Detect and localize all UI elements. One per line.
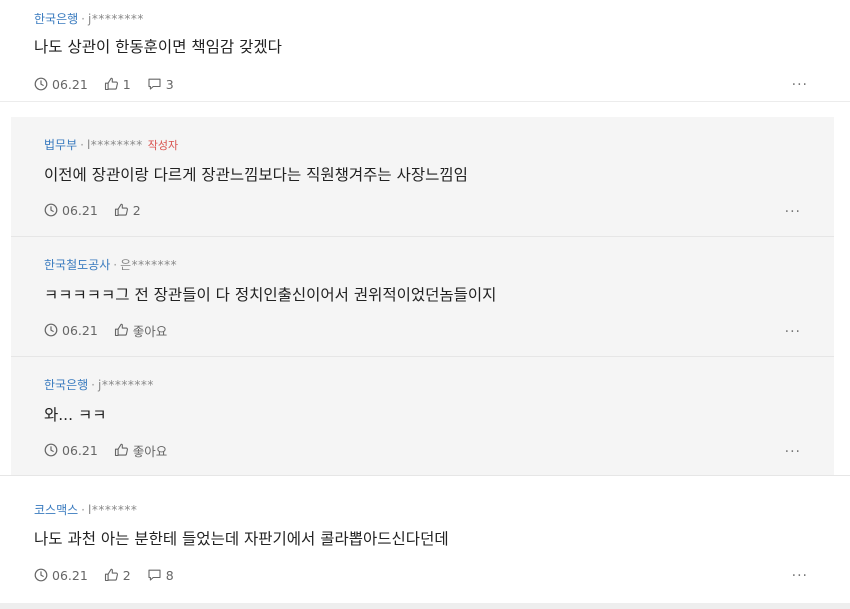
like-button[interactable]: 2	[104, 568, 131, 583]
comment-author-line: 한국은행 · j********	[34, 10, 144, 27]
comment-date: 06.21	[34, 568, 88, 583]
like-button[interactable]: 1	[104, 77, 131, 92]
comment-meta: 06.21 1 3	[34, 75, 190, 93]
like-button[interactable]: 좋아요	[114, 441, 168, 460]
comment-item: 코스맥스 · l******* 나도 과천 아는 분한테 들었는데 자판기에서 …	[0, 475, 850, 609]
author-id: j********	[88, 11, 144, 26]
reply-item: 한국은행 · j******** 와... ㅋㅋ 06.21 좋아요 ···	[11, 357, 834, 477]
comment-item: 한국은행 · j******** 나도 상관이 한동훈이면 책임감 갖겠다 06…	[0, 0, 850, 102]
reply-text: 이전에 장관이랑 다르게 장관느낌보다는 직원챙겨주는 사장느낌임	[44, 166, 468, 184]
separator-dot: ·	[80, 137, 84, 152]
clock-icon	[44, 323, 58, 337]
separator-dot: ·	[81, 11, 85, 26]
reply-item: 한국철도공사 · 은******* ㅋㅋㅋㅋㅋ그 전 장관들이 다 정치인출신이…	[11, 237, 834, 357]
author-id: l*******	[88, 502, 138, 517]
comment-date: 06.21	[34, 77, 88, 92]
speech-bubble-icon	[148, 78, 161, 90]
more-dots-icon[interactable]: ···	[792, 569, 808, 583]
reply-text: ㅋㅋㅋㅋㅋ그 전 장관들이 다 정치인출신이어서 권위적이었던놈들이지	[44, 286, 497, 304]
reply-author-line: 한국철도공사 · 은*******	[44, 256, 177, 273]
clock-icon	[44, 203, 58, 217]
reply-count: 3	[165, 76, 174, 92]
date-text: 06.21	[52, 567, 88, 583]
comment-text: 나도 과천 아는 분한테 들었는데 자판기에서 콜라뽑아드신다던데	[34, 530, 449, 548]
reply-date: 06.21	[44, 203, 98, 218]
reply-text: 와... ㅋㅋ	[44, 406, 107, 424]
reply-count: 8	[165, 567, 174, 583]
more-dots-icon[interactable]: ···	[785, 445, 801, 459]
thumbs-up-icon	[104, 568, 118, 582]
replies-section: 법무부 · l******** 작성자 이전에 장관이랑 다르게 장관느낌보다는…	[11, 117, 834, 475]
op-badge: 작성자	[147, 138, 179, 152]
more-dots-icon[interactable]: ···	[785, 205, 801, 219]
speech-bubble-icon	[148, 569, 161, 581]
separator-dot: ·	[113, 257, 118, 272]
like-label: 좋아요	[132, 443, 168, 459]
date-text: 06.21	[62, 442, 98, 458]
author-org-link[interactable]: 한국철도공사	[44, 256, 110, 273]
reply-meta: 06.21 2	[44, 201, 157, 219]
reply-author-line: 한국은행 · j********	[44, 376, 154, 393]
reply-item: 법무부 · l******** 작성자 이전에 장관이랑 다르게 장관느낌보다는…	[11, 117, 834, 237]
clock-icon	[44, 443, 58, 457]
separator-dot: ·	[81, 502, 85, 517]
date-text: 06.21	[62, 202, 98, 218]
like-count: 1	[122, 76, 131, 92]
author-id: 은*******	[120, 258, 178, 272]
like-count: 2	[122, 567, 131, 583]
more-dots-icon[interactable]: ···	[792, 78, 808, 92]
date-text: 06.21	[62, 322, 98, 338]
thumbs-up-icon	[114, 203, 128, 217]
more-dots-icon[interactable]: ···	[785, 325, 801, 339]
reply-button[interactable]: 8	[147, 568, 174, 583]
thumbs-up-icon	[114, 323, 128, 337]
divider	[0, 603, 850, 609]
like-button[interactable]: 2	[114, 203, 141, 218]
reply-date: 06.21	[44, 443, 98, 458]
thumbs-up-icon	[114, 443, 128, 457]
thumbs-up-icon	[104, 77, 118, 91]
comment-meta: 06.21 2 8	[34, 566, 190, 584]
author-org-link[interactable]: 코스맥스	[34, 501, 78, 518]
like-button[interactable]: 좋아요	[114, 321, 168, 340]
like-label: 좋아요	[132, 323, 168, 339]
author-org-link[interactable]: 한국은행	[34, 10, 78, 27]
clock-icon	[34, 77, 48, 91]
reply-button[interactable]: 3	[147, 77, 174, 92]
author-id: l********	[86, 137, 143, 152]
author-org-link[interactable]: 법무부	[44, 136, 77, 153]
clock-icon	[34, 568, 48, 582]
reply-date: 06.21	[44, 323, 98, 338]
date-text: 06.21	[52, 76, 88, 92]
reply-author-line: 법무부 · l******** 작성자	[44, 136, 178, 153]
author-org-link[interactable]: 한국은행	[44, 376, 88, 393]
comment-author-line: 코스맥스 · l*******	[34, 501, 137, 518]
reply-meta: 06.21 좋아요	[44, 441, 183, 459]
like-count: 2	[132, 202, 141, 218]
author-id: j********	[98, 377, 154, 392]
reply-meta: 06.21 좋아요	[44, 321, 183, 339]
separator-dot: ·	[91, 377, 95, 392]
comment-text: 나도 상관이 한동훈이면 책임감 갖겠다	[34, 38, 282, 56]
